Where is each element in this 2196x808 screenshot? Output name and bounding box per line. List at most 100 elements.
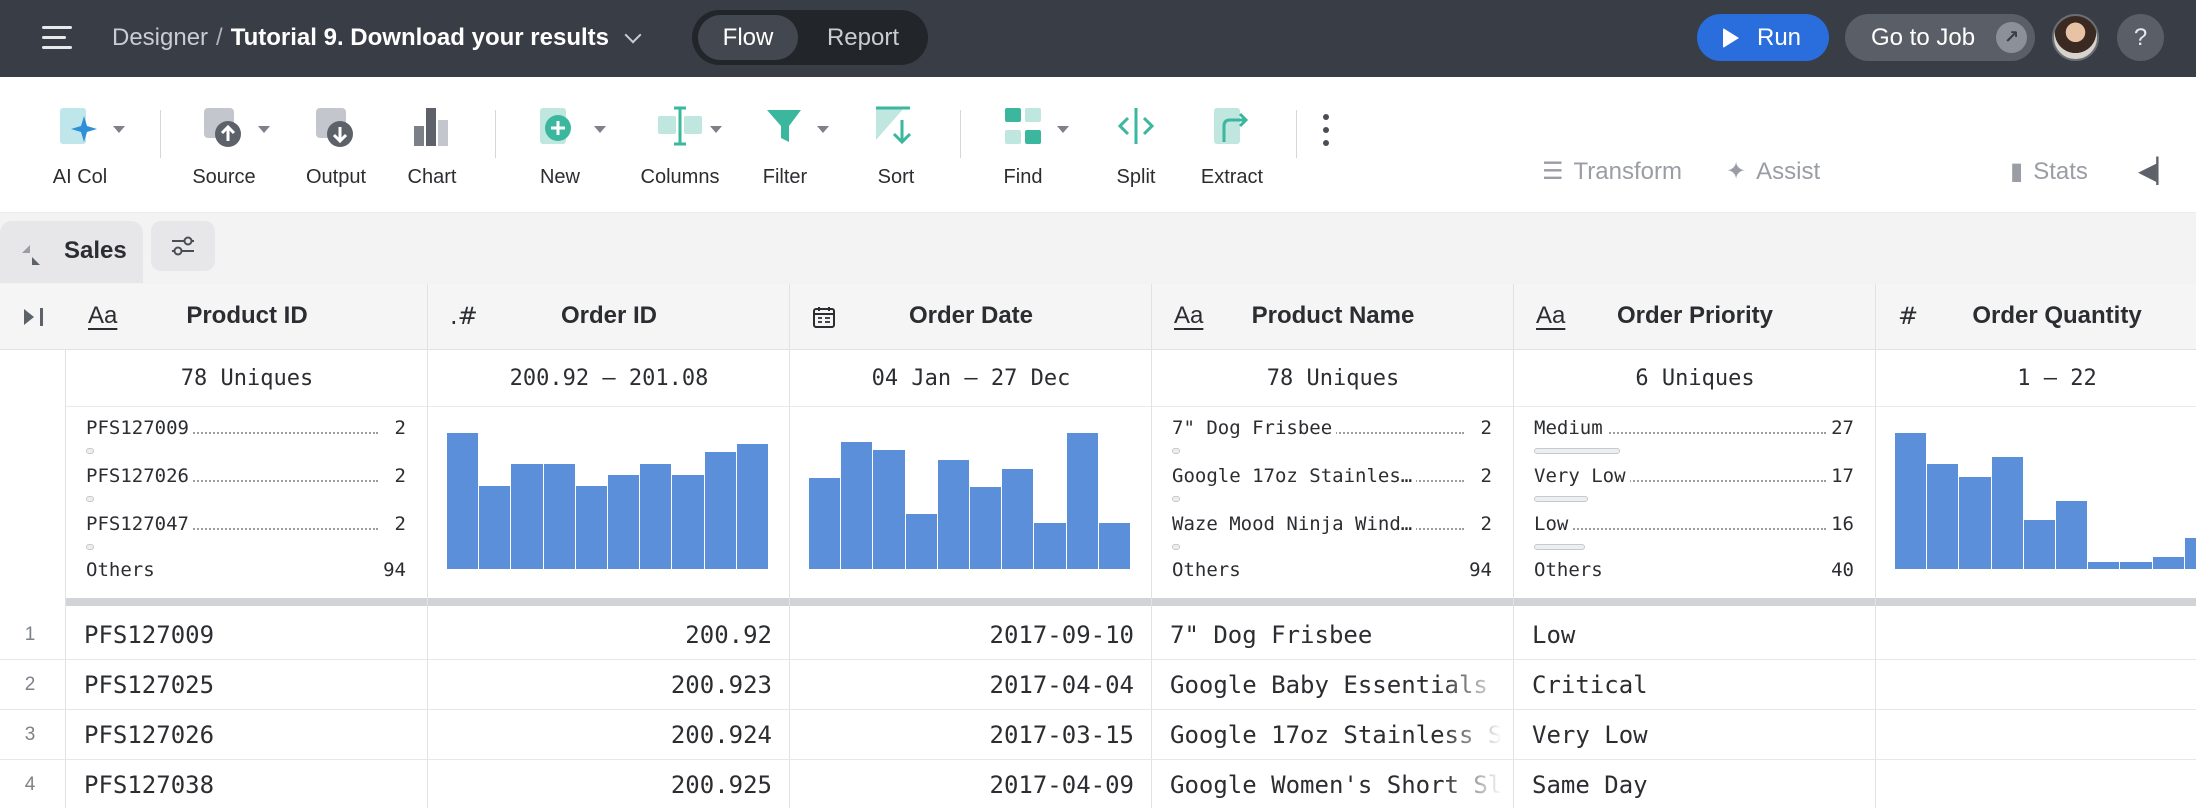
category-item[interactable]: Google 17oz Stainles… 2: [1172, 465, 1492, 489]
chevron-down-icon[interactable]: [113, 126, 125, 133]
table-row[interactable]: 3 PFS127026 200.924 2017-03-15 Google 17oz S…: [0, 710, 2196, 760]
cell-order-id[interactable]: 200.923: [438, 671, 772, 699]
histogram-bar[interactable]: [479, 486, 511, 569]
category-item[interactable]: PFS127026 2: [86, 465, 406, 489]
flow-title[interactable]: Tutorial 9. Download your results: [231, 24, 609, 51]
histogram-bar[interactable]: [937, 460, 969, 569]
cell-order-date[interactable]: 2017-03-15: [800, 721, 1135, 749]
histogram-bar[interactable]: [1034, 523, 1066, 569]
column-header-order-date[interactable]: Order Date: [790, 284, 1152, 350]
cell-order-date[interactable]: 2017-09-10: [800, 621, 1135, 649]
column-header-order-priority[interactable]: Aa Order Priority: [1514, 284, 1876, 350]
cell-product-name[interactable]: Google 17oz Stainless Steel: [1170, 721, 1502, 749]
histogram-bar[interactable]: [1066, 433, 1098, 569]
more-options-icon[interactable]: [1322, 114, 1330, 150]
transform-button[interactable]: ☰ Transform: [1542, 157, 1682, 186]
breadcrumb-section[interactable]: Designer: [112, 24, 208, 51]
cell-product-id[interactable]: PFS127026: [84, 721, 416, 749]
avatar[interactable]: [2052, 14, 2099, 61]
cell-priority[interactable]: Critical: [1532, 671, 1864, 699]
histogram-bar[interactable]: [608, 475, 640, 569]
histogram-bar[interactable]: [841, 442, 873, 569]
column-header-order-id[interactable]: .# Order ID: [428, 284, 790, 350]
cell-product-id[interactable]: PFS127038: [84, 771, 416, 799]
chevron-down-icon[interactable]: [710, 126, 722, 133]
category-others[interactable]: Others 94: [86, 559, 406, 583]
histogram-bar[interactable]: [970, 487, 1002, 569]
cell-order-id[interactable]: 200.924: [438, 721, 772, 749]
cell-product-id[interactable]: PFS127025: [84, 671, 416, 699]
chevron-down-icon[interactable]: [624, 26, 642, 44]
histogram-bar[interactable]: [2152, 557, 2184, 569]
table-row[interactable]: 2 PFS127025 200.923 2017-04-04 Google Baby E…: [0, 660, 2196, 710]
run-button[interactable]: Run: [1697, 14, 1829, 61]
stats-button[interactable]: ▮ Stats: [2010, 157, 2088, 186]
histogram-bar[interactable]: [575, 486, 607, 569]
histogram-bar[interactable]: [809, 478, 841, 569]
category-item[interactable]: Medium 27: [1534, 417, 1854, 441]
column-header-product-name[interactable]: Aa Product Name: [1152, 284, 1514, 350]
histogram-bar[interactable]: [2120, 562, 2152, 569]
histogram-bar[interactable]: [1991, 457, 2023, 569]
histogram-bar[interactable]: [511, 464, 543, 569]
cell-priority[interactable]: Very Low: [1532, 721, 1864, 749]
cell-order-id[interactable]: 200.925: [438, 771, 772, 799]
category-item[interactable]: 7" Dog Frisbee 2: [1172, 417, 1492, 441]
cell-priority[interactable]: Same Day: [1532, 771, 1864, 799]
category-item[interactable]: PFS127009 2: [86, 417, 406, 441]
histogram-bar[interactable]: [672, 475, 704, 569]
category-others[interactable]: Others 40: [1534, 559, 1854, 583]
filter-settings-button[interactable]: [151, 221, 215, 271]
help-button[interactable]: ?: [2117, 14, 2164, 61]
cell-product-name[interactable]: 7" Dog Frisbee: [1170, 621, 1502, 649]
category-item[interactable]: Very Low 17: [1534, 465, 1854, 489]
column-header-order-quantity[interactable]: # Order Quantity: [1876, 284, 2196, 350]
histogram-bar[interactable]: [1098, 523, 1130, 569]
category-item[interactable]: Low 16: [1534, 513, 1854, 537]
tab-sales[interactable]: Sales: [0, 221, 143, 283]
histogram-bar[interactable]: [1002, 469, 1034, 569]
cell-priority[interactable]: Low: [1532, 621, 1864, 649]
histogram-bar[interactable]: [543, 464, 575, 569]
tab-report[interactable]: Report: [804, 15, 922, 60]
cell-order-date[interactable]: 2017-04-09: [800, 771, 1135, 799]
toolbar-divider: [160, 110, 161, 158]
collapse-panel-icon[interactable]: ◀▏: [2138, 157, 2175, 186]
go-to-job-button[interactable]: Go to Job ↗: [1845, 14, 2035, 61]
table-row[interactable]: 1 PFS127009 200.92 2017-09-10 7" Dog Frisbee…: [0, 610, 2196, 660]
histogram-bar[interactable]: [1927, 464, 1959, 569]
others-count: 94: [1465, 559, 1492, 581]
category-item[interactable]: Waze Mood Ninja Wind… 2: [1172, 513, 1492, 537]
table-row[interactable]: 4 PFS127038 200.925 2017-04-09 Google Women'…: [0, 760, 2196, 808]
assist-button[interactable]: ✦ Assist: [1726, 157, 1820, 186]
cell-product-name[interactable]: Google Women's Short Sleeve: [1170, 771, 1502, 799]
cell-product-id[interactable]: PFS127009: [84, 621, 416, 649]
histogram-bar[interactable]: [905, 514, 937, 569]
cell-order-date[interactable]: 2017-04-04: [800, 671, 1135, 699]
transform-label: Transform: [1573, 158, 1682, 185]
histogram-bar[interactable]: [873, 450, 905, 569]
column-header-product-id[interactable]: Aa Product ID: [66, 284, 428, 350]
chevron-down-icon[interactable]: [594, 126, 606, 133]
category-item[interactable]: PFS127047 2: [86, 513, 406, 537]
chevron-down-icon[interactable]: [258, 126, 270, 133]
chevron-down-icon[interactable]: [817, 126, 829, 133]
new-label: New: [539, 166, 580, 188]
histogram-bar[interactable]: [1959, 477, 1991, 569]
histogram-bar[interactable]: [704, 452, 736, 569]
histogram-bar[interactable]: [2184, 538, 2196, 569]
tab-flow[interactable]: Flow: [698, 15, 798, 60]
histogram-bar[interactable]: [1895, 433, 1927, 569]
cell-product-name[interactable]: Google Baby Essentials: [1170, 671, 1502, 699]
histogram-bar[interactable]: [447, 433, 479, 569]
histogram-bar[interactable]: [2056, 501, 2088, 569]
menu-icon[interactable]: [42, 24, 72, 52]
cell-order-id[interactable]: 200.92: [438, 621, 772, 649]
category-others[interactable]: Others 94: [1172, 559, 1492, 583]
histogram-bar[interactable]: [640, 464, 672, 569]
histogram-bar[interactable]: [2088, 562, 2120, 569]
chevron-down-icon[interactable]: [1057, 126, 1069, 133]
expand-columns-icon[interactable]: [22, 306, 48, 328]
histogram-bar[interactable]: [2023, 520, 2055, 569]
histogram-bar[interactable]: [736, 444, 768, 569]
